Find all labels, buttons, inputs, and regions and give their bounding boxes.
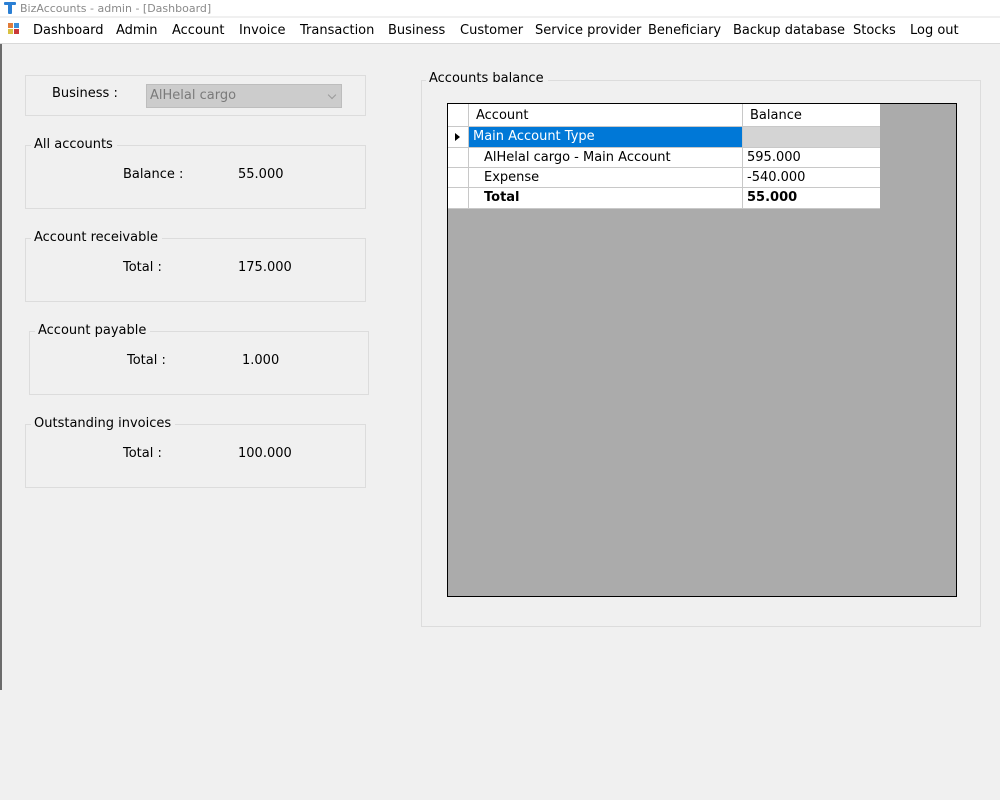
business-select-value: AlHelal cargo (150, 88, 237, 103)
menu-invoice[interactable]: Invoice (239, 21, 285, 41)
app-logo-icon (3, 1, 17, 15)
table-row-balance-cell[interactable]: 595.000 (743, 148, 880, 168)
all-accounts-balance-label: Balance : (123, 167, 184, 182)
menu-bar: Dashboard Admin Account Invoice Transact… (0, 18, 1000, 44)
row-total-name: Total (484, 190, 520, 205)
outstanding-total-label: Total : (123, 446, 162, 461)
window-title-bar: BizAccounts - admin - [Dashboard] (0, 0, 1000, 16)
chevron-down-icon (327, 90, 337, 100)
row-main-account-name: AlHelal cargo - Main Account (484, 150, 671, 165)
menu-business[interactable]: Business (388, 21, 445, 41)
all-accounts-title: All accounts (31, 137, 117, 153)
all-accounts-group (25, 145, 366, 209)
column-header-balance-label: Balance (750, 108, 802, 123)
payable-total-label: Total : (127, 353, 166, 368)
receivable-total-value: 175.000 (238, 260, 292, 275)
row-header-current[interactable] (448, 127, 469, 148)
row-expense-name: Expense (484, 170, 540, 185)
row-header[interactable] (448, 188, 469, 209)
table-row-account-cell[interactable]: Expense (469, 168, 743, 188)
menu-dashboard[interactable]: Dashboard (33, 21, 104, 41)
row-total-balance: 55.000 (747, 190, 798, 205)
receivable-title: Account receivable (31, 230, 162, 246)
menu-service-provider[interactable]: Service provider (535, 21, 641, 41)
menu-account[interactable]: Account (172, 21, 225, 41)
grid-corner-cell (448, 104, 469, 127)
table-row-account-cell[interactable]: Total (469, 188, 743, 209)
menu-customer[interactable]: Customer (460, 21, 523, 41)
accounts-balance-grid[interactable]: Account Balance Main Account Type AlHela… (447, 103, 957, 597)
outstanding-title: Outstanding invoices (31, 416, 176, 432)
column-header-balance[interactable]: Balance (743, 104, 880, 127)
column-header-account[interactable]: Account (469, 104, 743, 127)
menu-backup-database[interactable]: Backup database (733, 21, 845, 41)
row-expense-balance: -540.000 (747, 170, 806, 185)
menu-log-out[interactable]: Log out (910, 21, 959, 41)
row-header[interactable] (448, 148, 469, 168)
menu-admin[interactable]: Admin (116, 21, 157, 41)
receivable-group (25, 238, 366, 302)
table-row-balance-cell[interactable]: 55.000 (743, 188, 880, 209)
menu-stocks[interactable]: Stocks (853, 21, 896, 41)
table-row-balance-cell[interactable] (743, 127, 880, 148)
payable-title: Account payable (35, 323, 151, 339)
table-row-balance-cell[interactable]: -540.000 (743, 168, 880, 188)
row-main-account-type-name: Main Account Type (473, 129, 595, 144)
row-header[interactable] (448, 168, 469, 188)
current-row-arrow-icon (455, 133, 460, 141)
all-accounts-balance-value: 55.000 (238, 167, 284, 182)
menu-beneficiary[interactable]: Beneficiary (648, 21, 721, 41)
outstanding-total-value: 100.000 (238, 446, 292, 461)
menu-transaction[interactable]: Transaction (300, 21, 374, 41)
accounts-balance-title: Accounts balance (426, 71, 548, 87)
outstanding-group (25, 424, 366, 488)
receivable-total-label: Total : (123, 260, 162, 275)
payable-total-value: 1.000 (242, 353, 280, 368)
payable-group (29, 331, 369, 395)
row-main-account-balance: 595.000 (747, 150, 801, 165)
table-row-account-cell[interactable]: Main Account Type (469, 127, 743, 148)
business-label: Business : (52, 86, 118, 101)
mdi-window-icon[interactable] (8, 23, 20, 35)
table-row-account-cell[interactable]: AlHelal cargo - Main Account (469, 148, 743, 168)
window-title: BizAccounts - admin - [Dashboard] (20, 1, 212, 15)
column-header-account-label: Account (476, 108, 529, 123)
business-select[interactable]: AlHelal cargo (146, 84, 342, 108)
